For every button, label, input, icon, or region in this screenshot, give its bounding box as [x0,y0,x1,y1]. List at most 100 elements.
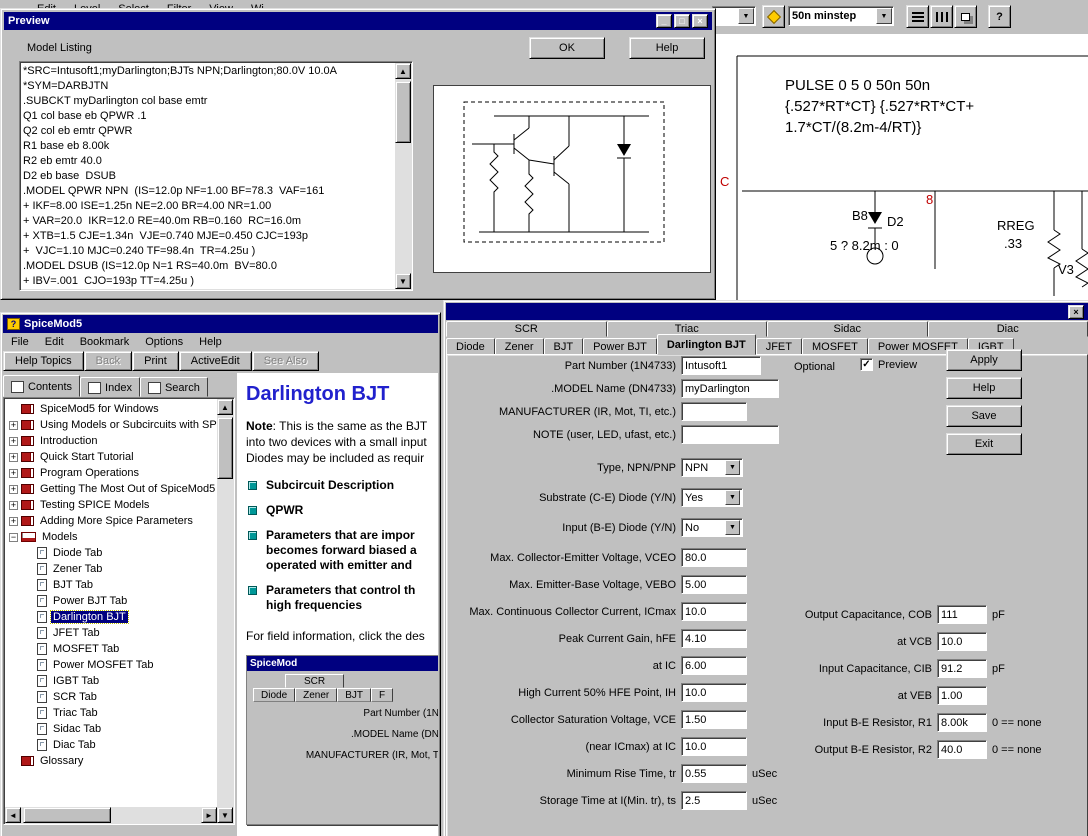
tree-item-label[interactable]: Using Models or Subcircuits with SPIC [38,419,217,431]
minstep-combo[interactable]: 50n minstep ▼ [788,6,894,26]
tree-item-label[interactable]: SpiceMod5 for Windows [38,403,161,415]
field-input[interactable]: ▼ [681,425,779,444]
listing-vertical-scrollbar[interactable]: ▲ ▼ [395,63,411,289]
device-tab[interactable]: MOSFET [802,338,868,355]
scroll-down-arrow[interactable]: ▼ [217,807,233,823]
tree-item[interactable]: Darlington BJT [5,609,217,625]
tree-item-label[interactable]: Program Operations [38,467,141,479]
tree-item[interactable]: Getting The Most Out of SpiceMod5 [5,481,217,497]
scroll-thumb[interactable] [23,807,111,823]
toolbar-button[interactable]: Print [132,351,179,371]
tree-item-label[interactable]: Models [40,531,79,543]
tree-item[interactable]: Diac Tab [5,737,217,753]
tree-item[interactable]: Adding More Spice Parameters [5,513,217,529]
field-input[interactable]: Intusoft1 ▼ [681,356,761,375]
bullet-text[interactable]: Parameters that are impor becomes forwar… [266,528,417,573]
dialog-button[interactable]: Help [946,377,1022,399]
probe-tool-button[interactable] [762,5,785,28]
dialog-button[interactable]: Exit [946,433,1022,455]
dropdown-arrow-icon[interactable]: ▼ [725,460,740,475]
maximize-button[interactable]: □ [674,14,690,28]
dialog-button[interactable]: Save [946,405,1022,427]
tree-item-label[interactable]: Adding More Spice Parameters [38,515,195,527]
field-input[interactable]: 1.00 [937,686,987,705]
rreg-label[interactable]: RREG [997,218,1035,233]
bullet-item[interactable]: Parameters that control th high frequenc… [246,583,438,613]
field-input[interactable]: 91.2 [937,659,987,678]
context-help-button[interactable]: ? [988,5,1011,28]
bullet-item[interactable]: QPWR [246,503,438,518]
dropdown-arrow-icon[interactable]: ▼ [876,8,892,24]
toolbar-button[interactable]: See Also [252,351,319,371]
tree-item-label[interactable]: BJT Tab [51,579,95,591]
tree-item-label[interactable]: MOSFET Tab [51,643,121,655]
dropdown-arrow-icon[interactable]: ▼ [738,8,754,24]
tree-item[interactable]: BJT Tab [5,577,217,593]
layout-columns-button[interactable] [930,5,953,28]
help-tab[interactable]: Search [140,377,208,397]
menu-item[interactable]: Edit [37,336,72,348]
device-tab[interactable]: Darlington BJT [657,334,756,355]
tree-item[interactable]: Triac Tab [5,705,217,721]
tree-item-label[interactable]: Diac Tab [51,739,98,751]
tree-item[interactable]: Zener Tab [5,561,217,577]
field-input[interactable]: ▼ [681,402,747,421]
bullet-text[interactable]: QPWR [266,503,303,518]
device-tab[interactable]: JFET [756,338,802,355]
tree-item-label[interactable]: Darlington BJT [51,611,128,623]
tree-item-label[interactable]: IGBT Tab [51,675,101,687]
scroll-up-arrow[interactable]: ▲ [217,399,233,415]
minimize-button[interactable]: _ [656,14,672,28]
scroll-left-arrow[interactable]: ◄ [5,807,21,823]
tree-item[interactable]: Glossary [5,753,217,769]
dropdown-arrow-icon[interactable]: ▼ [725,490,740,505]
tree-item[interactable]: Power MOSFET Tab [5,657,217,673]
help-titlebar[interactable]: ? SpiceMod5 [3,315,438,333]
tree-item-label[interactable]: SCR Tab [51,691,99,703]
scroll-thumb[interactable] [395,81,411,143]
dropdown-arrow-icon[interactable]: ▼ [725,520,740,535]
tree-item-label[interactable]: Zener Tab [51,563,104,575]
tree-item-label[interactable]: Triac Tab [51,707,100,719]
scroll-thumb[interactable] [217,417,233,479]
preview-checkbox[interactable]: ✓ [860,358,873,371]
device-tab[interactable]: Zener [495,338,544,355]
tree-expander-icon[interactable] [9,437,18,446]
menu-item[interactable]: Bookmark [72,336,138,348]
tree-horizontal-scrollbar[interactable]: ◄ ► [5,807,217,823]
field-input[interactable]: No ▼ [681,518,743,537]
tree-item-label[interactable]: JFET Tab [51,627,102,639]
ok-button[interactable]: OK [529,37,605,59]
close-button[interactable]: × [1068,305,1084,319]
tree-expander-icon[interactable] [9,421,18,430]
tree-item-label[interactable]: Getting The Most Out of SpiceMod5 [38,483,217,495]
device-tab[interactable]: BJT [544,338,584,355]
tree-item[interactable]: SCR Tab [5,689,217,705]
device-tab[interactable]: Power BJT [583,338,657,355]
field-input[interactable]: 80.0 ▼ [681,548,747,567]
tree-expander-icon[interactable] [9,517,18,526]
tree-item-label[interactable]: Quick Start Tutorial [38,451,136,463]
menu-item[interactable]: Options [137,336,191,348]
b8-expression[interactable]: 5 ? 8.2m : 0 [830,238,899,253]
tree-expander-icon[interactable] [9,469,18,478]
tree-expander-icon[interactable] [9,485,18,494]
menu-item[interactable]: File [3,336,37,348]
toolbar-button[interactable]: Help Topics [3,351,84,371]
b8-label[interactable]: B8 [852,208,868,223]
tree-item[interactable]: Power BJT Tab [5,593,217,609]
layout-rows-button[interactable] [906,5,929,28]
layout-cascade-button[interactable] [954,5,977,28]
field-input[interactable]: 2.5 ▼ [681,791,747,810]
dialog-button[interactable]: Apply [946,349,1022,371]
model-listing-box[interactable]: *SRC=Intusoft1;myDarlington;BJTs NPN;Dar… [19,61,413,291]
tree-item[interactable]: SpiceMod5 for Windows [5,401,217,417]
toolbar-button[interactable]: Back [84,351,132,371]
field-input[interactable]: 8.00k [937,713,987,732]
help-button[interactable]: Help [629,37,705,59]
tree-item-label[interactable]: Diode Tab [51,547,104,559]
tree-item-label[interactable]: Sidac Tab [51,723,103,735]
device-tab[interactable]: Diode [446,338,495,355]
bullet-item[interactable]: Subcircuit Description [246,478,438,493]
device-tab[interactable]: Sidac [767,321,928,337]
